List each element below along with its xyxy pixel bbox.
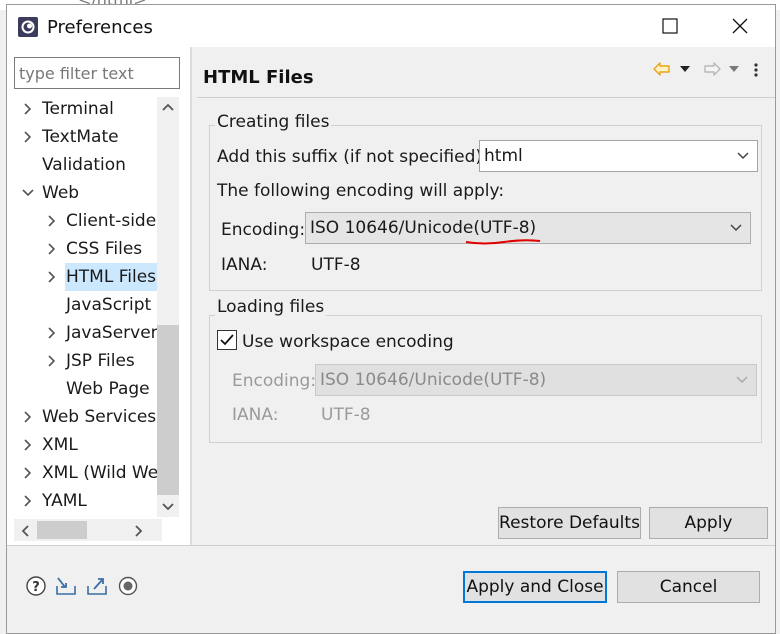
tree-horizontal-scroll-thumb[interactable] — [37, 521, 87, 539]
chevron-right-icon[interactable] — [45, 263, 59, 291]
scroll-down-icon[interactable] — [161, 501, 175, 513]
apply-and-close-button[interactable]: Apply and Close — [463, 571, 607, 603]
tree-item-label: JSP Files — [66, 351, 135, 371]
tree-item-label: Validation — [42, 155, 126, 175]
footer-separator — [7, 545, 775, 546]
loading-iana-label: IANA: — [232, 405, 279, 425]
tree-item-label: YAML — [42, 491, 87, 511]
loading-encoding-value: ISO 10646/Unicode(UTF-8) — [320, 370, 547, 390]
chevron-right-icon[interactable] — [21, 431, 35, 459]
tree-item-label: XML (Wild Web — [42, 463, 157, 483]
oomph-record-icon[interactable] — [118, 576, 138, 596]
chevron-down-icon — [730, 224, 742, 232]
tree-item[interactable]: Client-side — [7, 207, 157, 235]
scroll-up-icon[interactable] — [161, 101, 175, 113]
export-icon[interactable] — [85, 575, 109, 597]
view-menu-icon[interactable] — [752, 62, 760, 78]
close-icon — [732, 18, 748, 34]
tree-item-label: Client-side — [66, 211, 157, 231]
chevron-right-icon[interactable] — [45, 347, 59, 375]
apply-button[interactable]: Apply — [649, 507, 768, 539]
restore-defaults-button[interactable]: Restore Defaults — [498, 507, 641, 539]
forward-arrow-icon[interactable] — [703, 61, 721, 77]
tree-item-label: Terminal — [42, 99, 114, 119]
close-button[interactable] — [717, 5, 763, 47]
chevron-right-icon[interactable] — [45, 235, 59, 263]
title-bar: Preferences — [7, 5, 775, 47]
page-title: HTML Files — [203, 67, 314, 88]
tree-item[interactable]: Web Page — [7, 375, 157, 403]
suffix-label: Add this suffix (if not specified): — [217, 147, 488, 167]
creating-iana-label: IANA: — [221, 255, 268, 275]
tree-item-label: HTML Files — [65, 263, 157, 291]
tree-item[interactable]: XML — [7, 431, 157, 459]
chevron-right-icon[interactable] — [45, 319, 59, 347]
tree-item-label: CSS Files — [66, 239, 143, 259]
preferences-dialog: Preferences Terminal TextMate Validation We… — [6, 4, 776, 634]
loading-iana-value: UTF-8 — [321, 405, 371, 425]
header-separator — [197, 97, 775, 98]
chevron-right-icon[interactable] — [21, 459, 35, 487]
suffix-value: html — [484, 146, 523, 166]
tree-item[interactable]: JSP Files — [7, 347, 157, 375]
svg-text:?: ? — [32, 580, 40, 595]
forward-history-dropdown-icon[interactable] — [728, 65, 740, 73]
chevron-right-icon[interactable] — [21, 95, 35, 123]
maximize-button[interactable] — [647, 5, 693, 47]
tree-item-label: TextMate — [42, 127, 119, 147]
creating-encoding-value: ISO 10646/Unicode(UTF-8) — [310, 218, 537, 238]
eclipse-app-icon — [18, 17, 38, 37]
chevron-right-icon[interactable] — [21, 487, 35, 515]
chevron-down-icon — [737, 152, 749, 160]
cancel-button[interactable]: Cancel — [617, 571, 760, 603]
tree-vertical-scroll-thumb[interactable] — [157, 325, 179, 495]
workspace-encoding-label[interactable]: Use workspace encoding — [242, 332, 454, 352]
suffix-combo[interactable]: html — [479, 140, 758, 172]
red-underline-annotation — [465, 239, 541, 245]
scroll-right-icon[interactable] — [133, 524, 145, 538]
help-icon[interactable]: ? — [25, 575, 47, 597]
loading-files-label: Loading files — [215, 297, 327, 317]
maximize-icon — [662, 18, 678, 34]
tree-item[interactable]: JavaScript — [7, 291, 157, 319]
loading-encoding-combo: ISO 10646/Unicode(UTF-8) — [315, 364, 757, 396]
encoding-info-text: The following encoding will apply: — [217, 181, 505, 201]
tree-item[interactable]: TextMate — [7, 123, 157, 151]
chevron-right-icon[interactable] — [21, 123, 35, 151]
back-history-dropdown-icon[interactable] — [679, 65, 691, 73]
chevron-down-icon — [736, 376, 748, 384]
tree-item-label: Web Services — [42, 407, 157, 427]
tree-item[interactable]: HTML Files — [7, 263, 157, 291]
tree-item[interactable]: Validation — [7, 151, 157, 179]
tree-item-label: XML — [42, 435, 78, 455]
tree-item[interactable]: YAML — [7, 487, 157, 515]
tree-item[interactable]: JavaServer — [7, 319, 157, 347]
tree-item-label: JavaScript — [66, 295, 152, 315]
creating-encoding-label: Encoding: — [221, 220, 306, 240]
tree-item[interactable]: XML (Wild Web — [7, 459, 157, 487]
loading-encoding-label: Encoding: — [232, 371, 317, 391]
tree-item-label: JavaServer — [66, 323, 157, 343]
tree-item[interactable]: Web Services — [7, 403, 157, 431]
tree-item[interactable]: Web — [7, 179, 157, 207]
workspace-encoding-checkbox[interactable] — [217, 330, 237, 350]
scroll-left-icon[interactable] — [19, 524, 31, 538]
tree-item[interactable]: CSS Files — [7, 235, 157, 263]
back-arrow-icon[interactable] — [653, 61, 671, 77]
filter-input[interactable] — [14, 57, 180, 89]
checkmark-icon — [220, 334, 234, 346]
tree-item-label: Web — [42, 183, 80, 203]
creating-iana-value: UTF-8 — [311, 255, 361, 275]
window-title: Preferences — [47, 17, 153, 38]
chevron-down-icon[interactable] — [21, 179, 35, 207]
preference-tree: Terminal TextMate Validation Web Client-side… — [7, 95, 157, 515]
import-icon[interactable] — [54, 575, 78, 597]
chevron-right-icon[interactable] — [21, 403, 35, 431]
chevron-right-icon[interactable] — [45, 207, 59, 235]
tree-item-label: Web Page — [66, 379, 150, 399]
creating-files-label: Creating files — [215, 112, 332, 132]
tree-item[interactable]: Terminal — [7, 95, 157, 123]
